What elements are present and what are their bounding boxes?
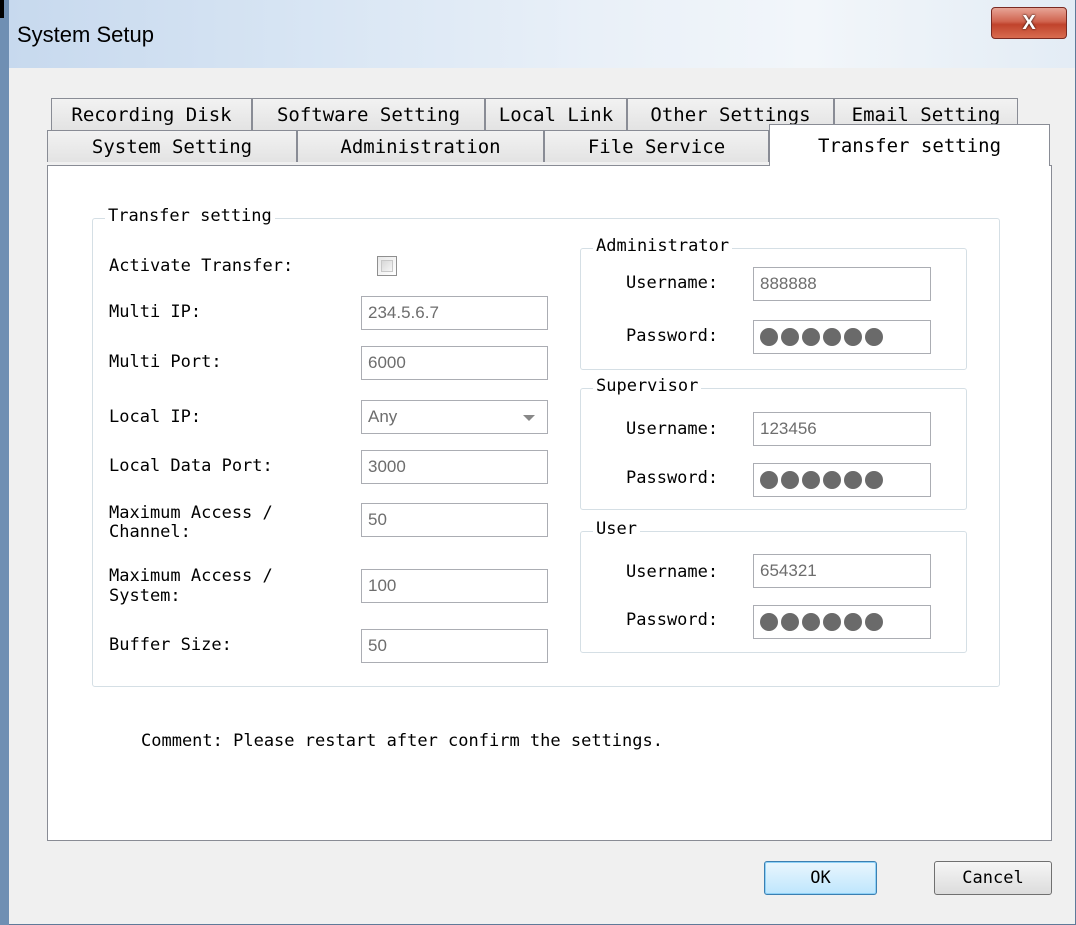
password-dot bbox=[802, 471, 820, 489]
activate-transfer-label: Activate Transfer: bbox=[109, 256, 294, 276]
tab-label: Software Setting bbox=[276, 103, 461, 126]
tab-software-setting[interactable]: Software Setting bbox=[252, 98, 485, 130]
transfer-setting-panel: Transfer setting Activate Transfer: Mult… bbox=[47, 165, 1052, 841]
tab-label: Transfer setting bbox=[817, 134, 1002, 157]
tab-recording-disk[interactable]: Recording Disk bbox=[51, 98, 252, 130]
multi-ip-label: Multi IP: bbox=[109, 302, 202, 322]
user-legend: User bbox=[593, 519, 640, 539]
multi-port-field[interactable]: 6000 bbox=[361, 346, 548, 380]
dialog-body: Recording Disk Software Setting Local Li… bbox=[22, 68, 1062, 914]
password-dot bbox=[802, 613, 820, 631]
max-access-system-label-line2: System: bbox=[109, 586, 181, 606]
tab-transfer-setting[interactable]: Transfer setting bbox=[769, 124, 1050, 166]
user-password-field[interactable] bbox=[753, 605, 931, 639]
window-title: System Setup bbox=[17, 22, 154, 47]
password-dot bbox=[865, 613, 883, 631]
tab-label: Recording Disk bbox=[71, 103, 232, 126]
chevron-down-icon[interactable] bbox=[523, 415, 535, 421]
password-dot bbox=[781, 613, 799, 631]
password-dot bbox=[760, 613, 778, 631]
transfer-setting-legend: Transfer setting bbox=[105, 206, 275, 226]
administrator-legend: Administrator bbox=[593, 236, 733, 256]
local-data-port-label: Local Data Port: bbox=[109, 456, 273, 476]
tab-local-link[interactable]: Local Link bbox=[485, 98, 627, 130]
buffer-size-label: Buffer Size: bbox=[109, 635, 232, 655]
password-dot bbox=[865, 328, 883, 346]
title-bar[interactable]: System Setup X bbox=[9, 0, 1075, 68]
local-data-port-field[interactable]: 3000 bbox=[361, 450, 548, 484]
password-dot bbox=[865, 471, 883, 489]
supervisor-password-field[interactable] bbox=[753, 463, 931, 497]
supervisor-password-label: Password: bbox=[626, 468, 719, 488]
tab-label: Local Link bbox=[498, 103, 614, 126]
comment-text: Comment: Please restart after confirm th… bbox=[141, 731, 663, 751]
max-access-channel-label-line2: Channel: bbox=[109, 522, 191, 542]
password-dot bbox=[781, 328, 799, 346]
tab-administration[interactable]: Administration bbox=[297, 130, 544, 162]
cancel-button[interactable]: Cancel bbox=[934, 861, 1052, 895]
password-dot bbox=[760, 471, 778, 489]
tab-system-setting[interactable]: System Setting bbox=[47, 130, 297, 162]
supervisor-username-label: Username: bbox=[626, 419, 719, 439]
multi-port-label: Multi Port: bbox=[109, 352, 222, 372]
supervisor-username-field[interactable]: 123456 bbox=[753, 412, 931, 446]
user-password-label: Password: bbox=[626, 610, 719, 630]
max-access-system-label-line1: Maximum Access / bbox=[109, 566, 273, 586]
admin-password-field[interactable] bbox=[753, 320, 931, 354]
multi-ip-field[interactable]: 234.5.6.7 bbox=[361, 296, 548, 330]
max-access-system-field[interactable]: 100 bbox=[361, 569, 548, 603]
user-username-label: Username: bbox=[626, 562, 719, 582]
password-dot bbox=[844, 328, 862, 346]
tab-label: Email Setting bbox=[851, 103, 1001, 126]
local-ip-dropdown[interactable]: Any bbox=[361, 400, 548, 434]
admin-username-field[interactable]: 888888 bbox=[753, 267, 931, 301]
activate-transfer-checkbox[interactable] bbox=[377, 256, 397, 276]
background-window-corner bbox=[0, 0, 4, 18]
supervisor-legend: Supervisor bbox=[593, 376, 702, 396]
tab-label: System Setting bbox=[91, 135, 253, 158]
background-window-edge bbox=[0, 0, 9, 925]
close-button[interactable]: X bbox=[991, 7, 1067, 39]
local-ip-label: Local IP: bbox=[109, 407, 202, 427]
tab-label: Administration bbox=[340, 135, 501, 158]
password-dot bbox=[844, 471, 862, 489]
admin-username-label: Username: bbox=[626, 273, 719, 293]
user-username-field[interactable]: 654321 bbox=[753, 554, 931, 588]
password-dot bbox=[844, 613, 862, 631]
tab-label: File Service bbox=[587, 135, 726, 158]
password-dot bbox=[823, 471, 841, 489]
system-setup-dialog: System Setup X Recording Disk Software S… bbox=[9, 0, 1076, 925]
password-dot bbox=[823, 613, 841, 631]
password-dot bbox=[781, 471, 799, 489]
local-ip-value: Any bbox=[368, 407, 398, 426]
admin-password-label: Password: bbox=[626, 326, 719, 346]
tab-label: Other Settings bbox=[650, 103, 811, 126]
ok-button[interactable]: OK bbox=[764, 861, 877, 895]
tab-file-service[interactable]: File Service bbox=[544, 130, 769, 162]
buffer-size-field[interactable]: 50 bbox=[361, 629, 548, 663]
password-dot bbox=[760, 328, 778, 346]
password-dot bbox=[823, 328, 841, 346]
close-icon: X bbox=[1022, 11, 1036, 34]
max-access-channel-label-line1: Maximum Access / bbox=[109, 503, 273, 523]
password-dot bbox=[802, 328, 820, 346]
max-access-channel-field[interactable]: 50 bbox=[361, 503, 548, 537]
